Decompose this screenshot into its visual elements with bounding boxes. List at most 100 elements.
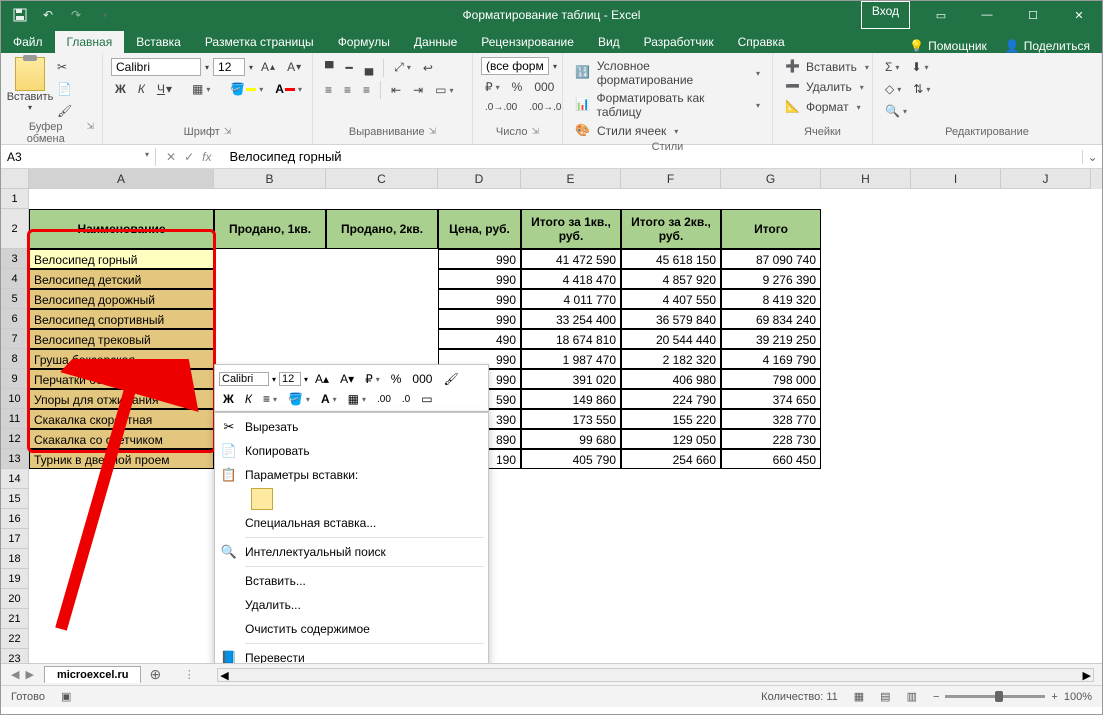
- cell-E5[interactable]: 4 011 770: [521, 289, 621, 309]
- cell-G11[interactable]: 328 770: [721, 409, 821, 429]
- cell-A7[interactable]: Велосипед трековый: [29, 329, 214, 349]
- align-bottom-icon[interactable]: ▄: [361, 58, 378, 78]
- col-header-J[interactable]: J: [1001, 169, 1091, 189]
- cell-G5[interactable]: 8 419 320: [721, 289, 821, 309]
- cell-D7[interactable]: 490: [438, 329, 521, 349]
- col-header-E[interactable]: E: [521, 169, 621, 189]
- cell-F10[interactable]: 224 790: [621, 389, 721, 409]
- mini-decrease-font-icon[interactable]: A▾: [336, 369, 358, 389]
- tab-pagelayout[interactable]: Разметка страницы: [193, 31, 326, 53]
- cell-G7[interactable]: 39 219 250: [721, 329, 821, 349]
- row-header-14[interactable]: 14: [1, 469, 29, 489]
- comma-icon[interactable]: 000: [530, 77, 558, 97]
- col-header-H[interactable]: H: [821, 169, 911, 189]
- ctx-copy[interactable]: 📄Копировать: [215, 439, 488, 463]
- horizontal-scrollbar[interactable]: ◀▶: [217, 668, 1094, 682]
- zoom-level[interactable]: 100%: [1064, 691, 1092, 703]
- align-top-icon[interactable]: ▀: [321, 58, 338, 78]
- share-button[interactable]: 👤 Поделиться: [1005, 39, 1090, 53]
- tab-formulas[interactable]: Формулы: [326, 31, 402, 53]
- ctx-paste-special[interactable]: Специальная вставка...: [215, 511, 488, 535]
- col-header-G[interactable]: G: [721, 169, 821, 189]
- cell-A11[interactable]: Скакалка скоростная: [29, 409, 214, 429]
- col-header-F[interactable]: F: [621, 169, 721, 189]
- align-center-icon[interactable]: ≡: [340, 80, 355, 100]
- number-format-input[interactable]: [481, 57, 549, 75]
- tab-data[interactable]: Данные: [402, 31, 469, 53]
- row-header-15[interactable]: 15: [1, 489, 29, 509]
- add-sheet-icon[interactable]: ⊕: [141, 666, 169, 683]
- cell-E4[interactable]: 4 418 470: [521, 269, 621, 289]
- cell-F9[interactable]: 406 980: [621, 369, 721, 389]
- view-normal-icon[interactable]: ▦: [854, 690, 864, 703]
- cell-G12[interactable]: 228 730: [721, 429, 821, 449]
- tab-file[interactable]: Файл: [1, 31, 55, 53]
- ctx-paste-keep[interactable]: [215, 487, 488, 511]
- cell-F7[interactable]: 20 544 440: [621, 329, 721, 349]
- cell-G9[interactable]: 798 000: [721, 369, 821, 389]
- cell-A3[interactable]: Велосипед горный: [29, 249, 214, 269]
- tell-me[interactable]: 💡 Помощник: [909, 39, 987, 53]
- view-pagelayout-icon[interactable]: ▤: [880, 690, 890, 703]
- row-header-21[interactable]: 21: [1, 609, 29, 629]
- macro-record-icon[interactable]: ▣: [61, 690, 71, 703]
- ctx-smart-lookup[interactable]: 🔍Интеллектуальный поиск: [215, 540, 488, 564]
- cell-G4[interactable]: 9 276 390: [721, 269, 821, 289]
- cancel-formula-icon[interactable]: ✕: [166, 150, 176, 164]
- cell-F2[interactable]: Итого за 2кв., руб.: [621, 209, 721, 249]
- col-header-A[interactable]: A: [29, 169, 214, 189]
- maximize-icon[interactable]: ☐: [1010, 1, 1056, 29]
- row-header-7[interactable]: 7: [1, 329, 29, 349]
- mini-merge-icon[interactable]: ▭: [417, 389, 436, 409]
- cell-E6[interactable]: 33 254 400: [521, 309, 621, 329]
- bold-button[interactable]: Ж: [111, 79, 130, 99]
- cell-E8[interactable]: 1 987 470: [521, 349, 621, 369]
- cell-E7[interactable]: 18 674 810: [521, 329, 621, 349]
- merge-icon[interactable]: ▭: [431, 80, 457, 100]
- cell-B2[interactable]: Продано, 1кв.: [214, 209, 326, 249]
- copy-icon[interactable]: 📄: [53, 79, 76, 99]
- zoom-slider[interactable]: [945, 695, 1045, 698]
- cell-A4[interactable]: Велосипед детский: [29, 269, 214, 289]
- cell-C2[interactable]: Продано, 2кв.: [326, 209, 438, 249]
- cell-A8[interactable]: Груша боксерская: [29, 349, 214, 369]
- clear-icon[interactable]: ◇: [881, 79, 905, 99]
- close-icon[interactable]: ✕: [1056, 1, 1102, 29]
- cell-A12[interactable]: Скакалка со счетчиком: [29, 429, 214, 449]
- view-pagebreak-icon[interactable]: ▥: [907, 690, 917, 703]
- insert-cells-button[interactable]: ➕Вставить: [781, 57, 864, 77]
- minimize-icon[interactable]: —: [964, 1, 1010, 29]
- format-cells-button[interactable]: 📐Формат: [781, 97, 864, 117]
- mini-dec-decimal-icon[interactable]: .0: [398, 391, 414, 408]
- cell-D3[interactable]: 990: [438, 249, 521, 269]
- row-header-4[interactable]: 4: [1, 269, 29, 289]
- format-as-table-button[interactable]: 📊Форматировать как таблицу: [571, 89, 764, 121]
- cell-A6[interactable]: Велосипед спортивный: [29, 309, 214, 329]
- percent-icon[interactable]: %: [508, 77, 527, 97]
- cell-F12[interactable]: 129 050: [621, 429, 721, 449]
- cell-F6[interactable]: 36 579 840: [621, 309, 721, 329]
- cut-icon[interactable]: ✂: [53, 57, 76, 77]
- cell-G6[interactable]: 69 834 240: [721, 309, 821, 329]
- cell-G8[interactable]: 4 169 790: [721, 349, 821, 369]
- qat-customize-icon[interactable]: [93, 4, 115, 26]
- ctx-clear[interactable]: Очистить содержимое: [215, 617, 488, 641]
- col-header-I[interactable]: I: [911, 169, 1001, 189]
- cell-G13[interactable]: 660 450: [721, 449, 821, 469]
- font-name-input[interactable]: [111, 58, 201, 76]
- mini-borders-icon[interactable]: ▦: [344, 389, 370, 409]
- row-header-19[interactable]: 19: [1, 569, 29, 589]
- increase-decimal-icon[interactable]: .0→.00: [481, 99, 521, 116]
- mini-italic-icon[interactable]: К: [241, 389, 256, 409]
- cell-G3[interactable]: 87 090 740: [721, 249, 821, 269]
- orientation-icon[interactable]: ⤢: [390, 57, 415, 78]
- sheet-tab[interactable]: microexcel.ru: [44, 666, 142, 683]
- col-header-B[interactable]: B: [214, 169, 326, 189]
- mini-inc-decimal-icon[interactable]: .00: [373, 391, 395, 408]
- find-select-icon[interactable]: 🔍: [881, 101, 911, 121]
- cell-D2[interactable]: Цена, руб.: [438, 209, 521, 249]
- mini-currency-icon[interactable]: ₽: [361, 369, 384, 389]
- row-header-11[interactable]: 11: [1, 409, 29, 429]
- align-right-icon[interactable]: ≡: [359, 80, 374, 100]
- fx-icon[interactable]: fx: [202, 150, 211, 164]
